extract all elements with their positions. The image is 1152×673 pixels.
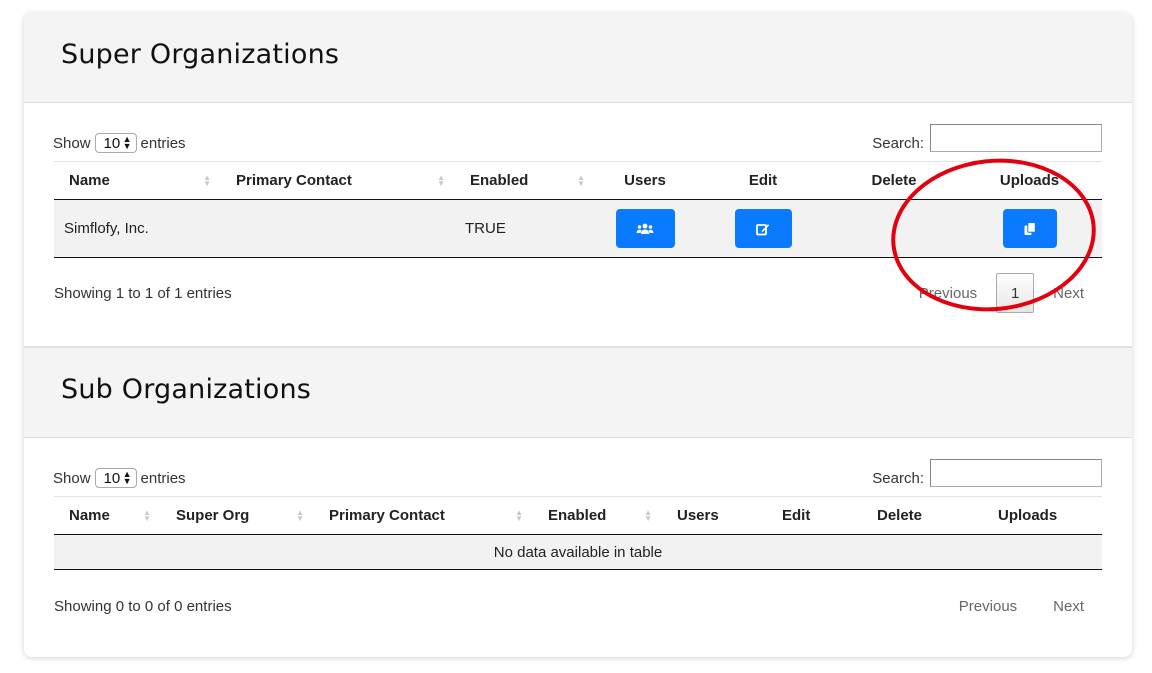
col-uploads: Uploads <box>957 161 1102 200</box>
delete-cell <box>831 199 957 258</box>
show-label: Show <box>53 134 91 152</box>
entries-label: entries <box>140 134 186 152</box>
sort-icon: ▲ ▼ <box>296 507 304 523</box>
show-label: Show <box>53 469 91 487</box>
col-delete: Delete <box>831 161 957 200</box>
sub-orgs-search: Search: <box>872 458 1102 487</box>
search-label: Search: <box>872 135 924 152</box>
entries-per-page-select[interactable]: 10 ▲ ▼ <box>94 468 137 488</box>
sort-icon: ▲ ▼ <box>203 172 211 188</box>
uploads-button[interactable] <box>1002 209 1057 248</box>
col-uploads: Uploads <box>983 496 1102 535</box>
users-cell <box>595 199 695 258</box>
previous-button[interactable]: Previous <box>959 598 1017 615</box>
sub-orgs-pagination: Previous Next <box>959 598 1084 615</box>
next-button[interactable]: Next <box>1053 285 1084 302</box>
enabled-cell: TRUE <box>455 199 595 258</box>
entries-label: entries <box>140 469 186 487</box>
col-enabled[interactable]: Enabled ▲ ▼ <box>533 496 662 535</box>
col-enabled[interactable]: Enabled ▲ ▼ <box>455 161 595 200</box>
table-row-empty: No data available in table <box>54 534 1102 570</box>
sub-orgs-title: Sub Organizations <box>61 374 312 405</box>
super-orgs-title: Super Organizations <box>61 39 340 70</box>
sort-icon: ▲ ▼ <box>577 172 585 188</box>
table-header-row: Name ▲ ▼ Super Org ▲ ▼ Primary Contact ▲ ▼ … <box>54 496 1102 535</box>
sort-icon: ▲ ▼ <box>644 507 652 523</box>
sort-icon: ▲ ▼ <box>437 172 445 188</box>
empty-message: No data available in table <box>54 534 1102 570</box>
super-orgs-search: Search: <box>872 123 1102 152</box>
sub-orgs-length-control: Show 10 ▲ ▼ entries <box>53 468 186 488</box>
col-primary-contact[interactable]: Primary Contact ▲ ▼ <box>314 496 533 535</box>
entries-per-page-value: 10 <box>103 134 121 152</box>
sub-orgs-table: Name ▲ ▼ Super Org ▲ ▼ Primary Contact ▲ ▼ … <box>54 496 1102 570</box>
sub-orgs-info: Showing 0 to 0 of 0 entries <box>54 598 232 615</box>
sort-icon: ▲ ▼ <box>143 507 151 523</box>
next-button[interactable]: Next <box>1053 598 1084 615</box>
primary-contact-cell <box>221 199 455 258</box>
sub-orgs-body: Show 10 ▲ ▼ entries Search: Name ▲ ▼ Super… <box>24 438 1132 657</box>
previous-button[interactable]: Previous <box>919 285 977 302</box>
super-orgs-header: Super Organizations <box>24 13 1132 103</box>
search-label: Search: <box>872 470 924 487</box>
table-row: Simflofy, Inc. TRUE <box>54 199 1102 258</box>
copy-files-icon <box>1024 221 1036 235</box>
uploads-cell <box>957 199 1102 258</box>
edit-button[interactable] <box>734 209 792 248</box>
col-name[interactable]: Name ▲ ▼ <box>54 496 161 535</box>
col-users: Users <box>595 161 695 200</box>
col-delete: Delete <box>862 496 983 535</box>
org-name-cell: Simflofy, Inc. <box>54 199 221 258</box>
organizations-card: Super Organizations Show 10 ▲ ▼ entries S… <box>24 13 1132 657</box>
sort-icon: ▲ ▼ <box>515 507 523 523</box>
col-primary-contact[interactable]: Primary Contact ▲ ▼ <box>221 161 455 200</box>
super-orgs-length-control: Show 10 ▲ ▼ entries <box>53 133 186 153</box>
page-1-button[interactable]: 1 <box>996 273 1035 313</box>
users-button[interactable] <box>615 209 675 248</box>
col-users: Users <box>662 496 767 535</box>
sub-orgs-search-input[interactable] <box>930 458 1102 487</box>
super-orgs-info: Showing 1 to 1 of 1 entries <box>54 285 232 302</box>
select-arrows-icon: ▲ ▼ <box>122 134 132 151</box>
super-orgs-table: Name ▲ ▼ Primary Contact ▲ ▼ Enabled ▲ ▼ Us… <box>54 161 1102 258</box>
super-orgs-search-input[interactable] <box>930 123 1102 152</box>
table-header-row: Name ▲ ▼ Primary Contact ▲ ▼ Enabled ▲ ▼ Us… <box>54 161 1102 200</box>
entries-per-page-select[interactable]: 10 ▲ ▼ <box>94 133 137 153</box>
edit-icon <box>756 223 770 235</box>
sub-orgs-header: Sub Organizations <box>24 348 1132 438</box>
col-edit: Edit <box>695 161 831 200</box>
super-orgs-pagination: Previous 1 Next <box>919 273 1084 313</box>
col-name[interactable]: Name ▲ ▼ <box>54 161 221 200</box>
col-super-org[interactable]: Super Org ▲ ▼ <box>161 496 314 535</box>
select-arrows-icon: ▲ ▼ <box>122 469 132 486</box>
users-icon <box>636 223 654 234</box>
entries-per-page-value: 10 <box>103 469 121 487</box>
edit-cell <box>695 199 831 258</box>
col-edit: Edit <box>767 496 862 535</box>
super-orgs-body: Show 10 ▲ ▼ entries Search: Name ▲ ▼ Prima… <box>24 103 1132 346</box>
